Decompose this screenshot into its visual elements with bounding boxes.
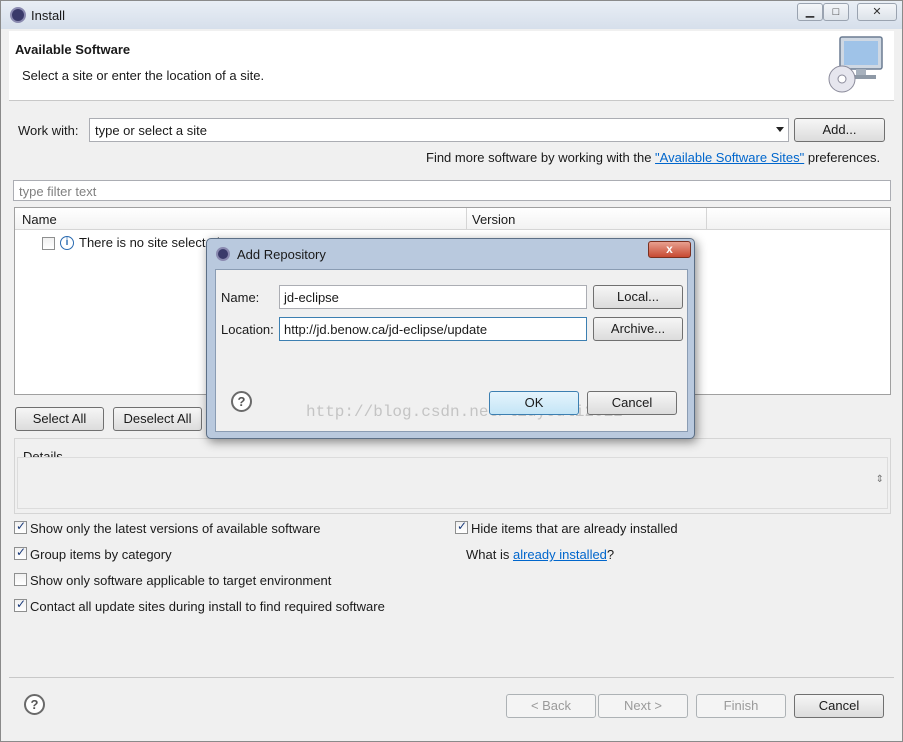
applicable-only-checkbox[interactable] bbox=[14, 573, 27, 586]
window-title: Install bbox=[31, 8, 65, 23]
work-with-label: Work with: bbox=[18, 123, 79, 138]
already-installed-link[interactable]: already installed bbox=[513, 547, 607, 562]
add-repository-dialog: Add Repository x Name: jd-eclipse Local.… bbox=[206, 238, 695, 439]
hide-installed-checkbox[interactable] bbox=[455, 519, 468, 534]
what-is-installed: What is already installed? bbox=[466, 547, 614, 562]
hint-suffix: preferences. bbox=[804, 150, 881, 165]
dialog-cancel-button[interactable]: Cancel bbox=[587, 391, 677, 415]
select-all-button[interactable]: Select All bbox=[15, 407, 104, 431]
cancel-button[interactable]: Cancel bbox=[794, 694, 884, 718]
contact-sites-label[interactable]: Contact all update sites during install … bbox=[30, 599, 385, 614]
what-is-suffix: ? bbox=[606, 547, 615, 562]
what-is-prefix: What is bbox=[466, 547, 513, 562]
title-bar: Install ▁ □ ✕ bbox=[1, 1, 902, 29]
minimize-button[interactable]: ▁ bbox=[797, 3, 823, 21]
add-site-button[interactable]: Add... bbox=[794, 118, 885, 142]
footer-divider bbox=[9, 677, 894, 678]
name-label: Name: bbox=[221, 290, 260, 305]
dialog-close-button[interactable]: x bbox=[648, 241, 691, 258]
details-text-area[interactable]: ⇕ bbox=[17, 457, 888, 509]
hint-prefix: Find more software by working with the bbox=[426, 150, 656, 165]
work-with-combo[interactable]: type or select a site bbox=[89, 118, 789, 142]
finish-button[interactable]: Finish bbox=[696, 694, 786, 718]
column-divider[interactable] bbox=[706, 208, 707, 230]
header-banner: Available Software Select a site or ente… bbox=[9, 31, 894, 101]
eclipse-icon bbox=[216, 247, 230, 261]
scroll-arrows-icon[interactable]: ⇕ bbox=[876, 474, 884, 485]
deselect-all-button[interactable]: Deselect All bbox=[113, 407, 202, 431]
column-name[interactable]: Name bbox=[22, 212, 57, 227]
column-version[interactable]: Version bbox=[472, 212, 515, 227]
show-latest-checkbox[interactable] bbox=[14, 519, 27, 534]
next-button[interactable]: Next > bbox=[598, 694, 688, 718]
ok-button[interactable]: OK bbox=[489, 391, 579, 415]
table-header: Name Version bbox=[15, 208, 890, 230]
show-latest-label[interactable]: Show only the latest versions of availab… bbox=[30, 521, 321, 536]
work-with-value: type or select a site bbox=[95, 123, 207, 138]
info-icon: i bbox=[60, 236, 74, 250]
dialog-title: Add Repository bbox=[237, 247, 326, 262]
local-button[interactable]: Local... bbox=[593, 285, 683, 309]
close-button[interactable]: ✕ bbox=[857, 3, 897, 21]
row-checkbox[interactable] bbox=[42, 237, 55, 250]
help-icon[interactable]: ? bbox=[231, 391, 252, 412]
group-by-category-checkbox[interactable] bbox=[14, 545, 27, 560]
row-label: There is no site selected. bbox=[79, 235, 224, 250]
chevron-down-icon[interactable] bbox=[776, 127, 784, 132]
filter-input[interactable]: type filter text bbox=[13, 180, 891, 201]
available-software-sites-link[interactable]: "Available Software Sites" bbox=[655, 150, 804, 165]
location-label: Location: bbox=[221, 322, 274, 337]
contact-sites-checkbox[interactable] bbox=[14, 597, 27, 612]
details-group: Details ⇕ bbox=[14, 438, 891, 514]
install-monitor-icon bbox=[828, 36, 883, 93]
applicable-only-label[interactable]: Show only software applicable to target … bbox=[30, 573, 331, 588]
maximize-button[interactable]: □ bbox=[823, 3, 849, 21]
hide-installed-label[interactable]: Hide items that are already installed bbox=[471, 521, 678, 536]
name-field[interactable]: jd-eclipse bbox=[279, 285, 587, 309]
help-icon[interactable]: ? bbox=[24, 694, 45, 715]
column-divider[interactable] bbox=[466, 208, 467, 230]
eclipse-icon bbox=[10, 7, 26, 23]
dialog-body: Name: jd-eclipse Local... Location: http… bbox=[215, 269, 688, 432]
page-subtitle: Select a site or enter the location of a… bbox=[22, 68, 265, 83]
back-button[interactable]: < Back bbox=[506, 694, 596, 718]
available-sites-hint: Find more software by working with the "… bbox=[426, 150, 880, 165]
group-by-category-label[interactable]: Group items by category bbox=[30, 547, 172, 562]
page-title: Available Software bbox=[15, 42, 131, 57]
location-field[interactable]: http://jd.benow.ca/jd-eclipse/update bbox=[279, 317, 587, 341]
archive-button[interactable]: Archive... bbox=[593, 317, 683, 341]
